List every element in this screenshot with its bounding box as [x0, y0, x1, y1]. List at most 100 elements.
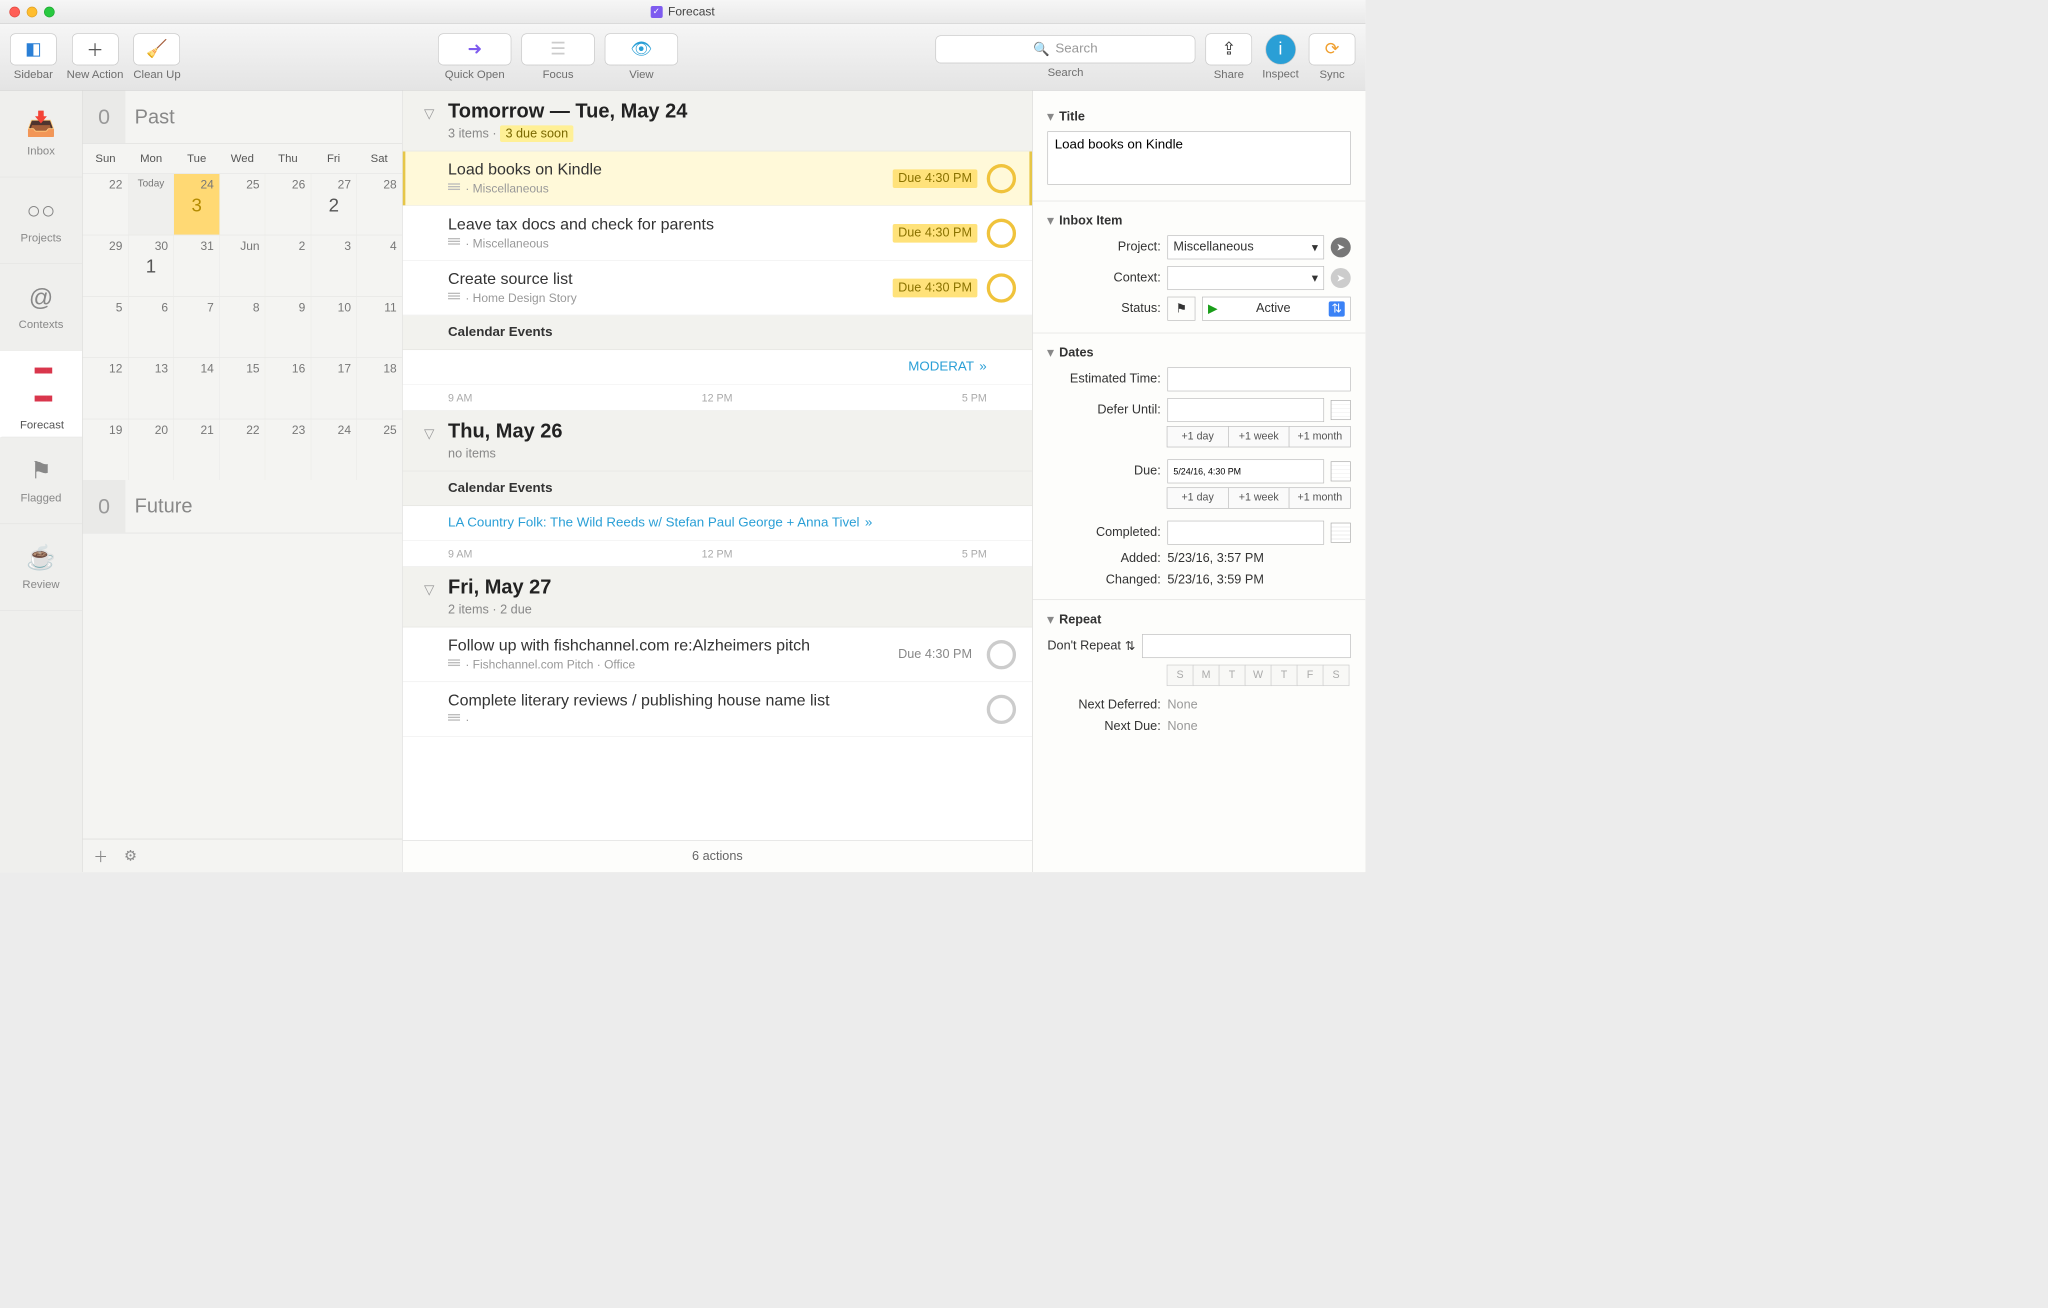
quick-open-button[interactable]: ➜ [438, 33, 511, 65]
share-button[interactable]: ⇪ [1206, 33, 1253, 65]
sidebar-contexts[interactable]: @Contexts [0, 264, 82, 351]
disclosure-icon[interactable]: ▽ [424, 105, 434, 122]
disclosure-icon[interactable]: ▾ [1047, 109, 1053, 124]
due-plus-month[interactable]: +1 month [1289, 487, 1351, 508]
disclosure-icon[interactable]: ▽ [424, 425, 434, 442]
calendar-day[interactable]: Jun [220, 235, 266, 296]
calendar-day[interactable]: 26 [266, 174, 312, 235]
task-checkbox[interactable] [987, 218, 1016, 247]
calendar-event[interactable]: MODERAT» [403, 350, 1032, 385]
calendar-day[interactable]: 21 [174, 419, 220, 480]
flag-toggle[interactable]: ⚑ [1167, 297, 1195, 321]
sidebar-projects[interactable]: ○○Projects [0, 177, 82, 264]
calendar-icon[interactable] [1331, 461, 1351, 481]
sidebar-inbox[interactable]: 📥Inbox [0, 91, 82, 178]
status-select[interactable]: ▶ Active⇅ [1202, 297, 1351, 321]
project-select[interactable]: Miscellaneous▾ [1167, 235, 1324, 259]
focus-button[interactable]: ☰ [521, 33, 594, 65]
calendar-day[interactable]: 20 [128, 419, 174, 480]
calendar-day[interactable]: Today [128, 174, 174, 235]
calendar-day[interactable]: 22 [83, 174, 129, 235]
calendar-day[interactable]: 31 [174, 235, 220, 296]
sidebar-forecast[interactable]: ▪▪▪▪▪▪Forecast [0, 351, 82, 438]
calendar-icon[interactable] [1331, 523, 1351, 543]
defer-until-field[interactable] [1167, 398, 1324, 422]
sidebar-button[interactable]: ◧ [10, 33, 57, 65]
new-action-button[interactable]: ＋ [72, 33, 119, 65]
calendar-day[interactable]: 18 [357, 358, 402, 419]
calendar-day[interactable]: 272 [311, 174, 357, 235]
calendar-day[interactable]: 301 [128, 235, 174, 296]
calendar-day[interactable]: 17 [311, 358, 357, 419]
future-row[interactable]: 0 Future [83, 480, 402, 533]
disclosure-icon[interactable]: ▾ [1047, 213, 1053, 228]
calendar-day[interactable]: 19 [83, 419, 129, 480]
task-checkbox[interactable] [987, 694, 1016, 723]
clean-up-button[interactable]: 🧹 [134, 33, 181, 65]
task-row[interactable]: Load books on Kindle · MiscellaneousDue … [403, 151, 1032, 206]
add-button[interactable]: ＋ [93, 845, 108, 866]
close-window-button[interactable] [9, 7, 20, 18]
goto-project-button[interactable]: ➤ [1331, 237, 1351, 257]
titlebar: Forecast [0, 0, 1365, 24]
repeat-value-field[interactable] [1142, 634, 1351, 658]
task-checkbox[interactable] [987, 273, 1016, 302]
due-plus-week[interactable]: +1 week [1228, 487, 1290, 508]
sidebar-review[interactable]: ☕Review [0, 524, 82, 611]
disclosure-icon[interactable]: ▾ [1047, 612, 1053, 627]
calendar-day[interactable]: 9 [266, 297, 312, 358]
gear-button[interactable]: ⚙︎ [124, 847, 137, 864]
task-checkbox[interactable] [987, 640, 1016, 669]
disclosure-icon[interactable]: ▾ [1047, 345, 1053, 360]
calendar-day[interactable]: 28 [357, 174, 402, 235]
calendar-day[interactable]: 25 [357, 419, 402, 480]
calendar-day[interactable]: 13 [128, 358, 174, 419]
title-field[interactable] [1047, 131, 1350, 184]
task-row[interactable]: Create source list · Home Design StoryDu… [403, 261, 1032, 316]
defer-plus-month[interactable]: +1 month [1289, 426, 1351, 447]
repeat-mode-select[interactable]: Don't Repeat⇅ [1047, 638, 1135, 653]
calendar-day[interactable]: 16 [266, 358, 312, 419]
due-plus-day[interactable]: +1 day [1167, 487, 1229, 508]
completed-field[interactable] [1167, 521, 1324, 545]
calendar-day[interactable]: 22 [220, 419, 266, 480]
calendar-day[interactable]: 6 [128, 297, 174, 358]
estimated-time-field[interactable] [1167, 367, 1350, 391]
calendar-day[interactable]: 3 [311, 235, 357, 296]
search-field[interactable]: 🔍Search [936, 35, 1196, 63]
calendar-day[interactable]: 23 [266, 419, 312, 480]
context-select[interactable]: ▾ [1167, 266, 1324, 290]
task-row[interactable]: Complete literary reviews / publishing h… [403, 682, 1032, 737]
task-row[interactable]: Leave tax docs and check for parents · M… [403, 206, 1032, 261]
calendar-day[interactable]: 7 [174, 297, 220, 358]
calendar-day[interactable]: 24 [311, 419, 357, 480]
disclosure-icon[interactable]: ▽ [424, 581, 434, 598]
due-field[interactable] [1167, 459, 1324, 483]
calendar-day[interactable]: 12 [83, 358, 129, 419]
calendar-event[interactable]: LA Country Folk: The Wild Reeds w/ Stefa… [403, 506, 1032, 541]
calendar-day[interactable]: 10 [311, 297, 357, 358]
calendar-day[interactable]: 5 [83, 297, 129, 358]
calendar-day[interactable]: 14 [174, 358, 220, 419]
calendar-day[interactable]: 29 [83, 235, 129, 296]
defer-plus-week[interactable]: +1 week [1228, 426, 1290, 447]
view-button[interactable]: 👁 [605, 33, 678, 65]
calendar-day[interactable]: 243 [174, 174, 220, 235]
minimize-window-button[interactable] [27, 7, 38, 18]
task-row[interactable]: Follow up with fishchannel.com re:Alzhei… [403, 627, 1032, 682]
sidebar-flagged[interactable]: ⚑Flagged [0, 437, 82, 524]
sync-button[interactable]: ⟳ [1309, 33, 1356, 65]
calendar-day[interactable]: 4 [357, 235, 402, 296]
past-row[interactable]: 0 Past [83, 91, 402, 144]
repeat-days[interactable]: SMTWTFS [1167, 665, 1350, 686]
calendar-day[interactable]: 11 [357, 297, 402, 358]
calendar-day[interactable]: 2 [266, 235, 312, 296]
inspect-button[interactable]: i [1265, 34, 1296, 65]
calendar-day[interactable]: 8 [220, 297, 266, 358]
defer-plus-day[interactable]: +1 day [1167, 426, 1229, 447]
calendar-icon[interactable] [1331, 400, 1351, 420]
calendar-day[interactable]: 15 [220, 358, 266, 419]
calendar-day[interactable]: 25 [220, 174, 266, 235]
task-checkbox[interactable] [987, 164, 1016, 193]
zoom-window-button[interactable] [44, 7, 55, 18]
